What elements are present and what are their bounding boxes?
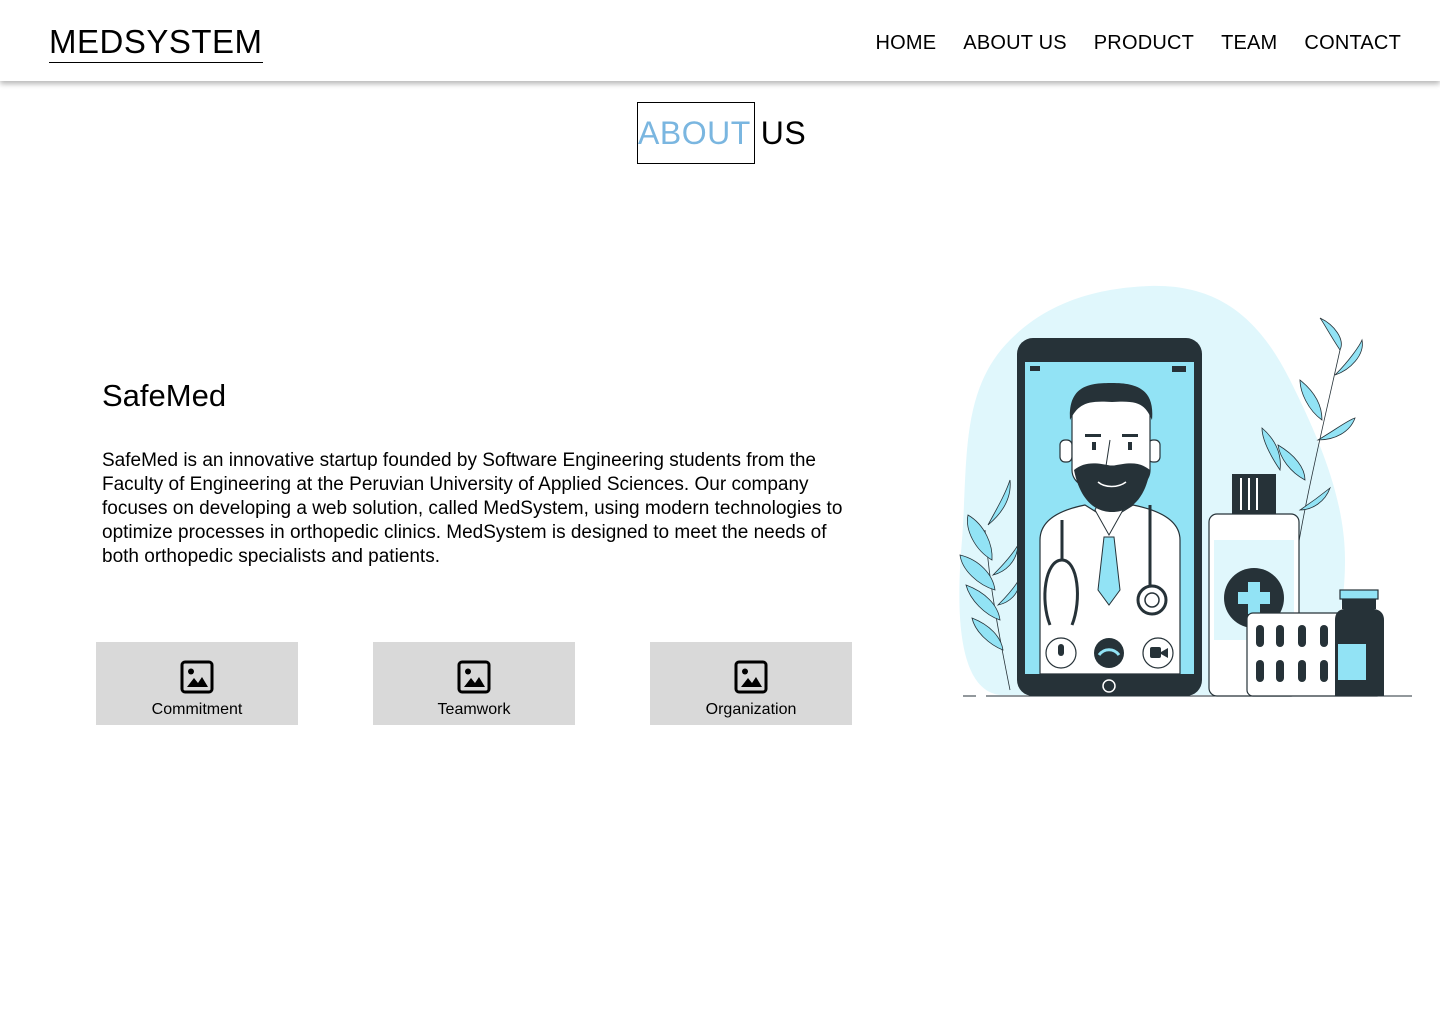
doctor-telemedicine-illustration <box>959 285 1412 697</box>
image-icon <box>457 660 491 694</box>
site-header: MEDSYSTEM HOME ABOUT US PRODUCT TEAM CON… <box>0 0 1440 81</box>
section-title: ABOUT US <box>637 102 806 164</box>
site-logo[interactable]: MEDSYSTEM <box>49 22 263 63</box>
image-icon <box>734 660 768 694</box>
company-description: SafeMed is an innovative startup founded… <box>102 450 843 567</box>
value-card-commitment[interactable]: Commitment <box>96 642 298 725</box>
nav-about-us[interactable]: ABOUT US <box>963 30 1066 56</box>
value-card-teamwork[interactable]: Teamwork <box>373 642 575 725</box>
image-icon <box>180 660 214 694</box>
nav-team[interactable]: TEAM <box>1221 30 1277 56</box>
value-card-label: Organization <box>705 701 797 718</box>
nav-product[interactable]: PRODUCT <box>1094 30 1194 56</box>
company-name: SafeMed <box>102 378 227 413</box>
nav-home[interactable]: HOME <box>875 30 936 56</box>
nav-contact[interactable]: CONTACT <box>1304 30 1401 56</box>
value-card-organization[interactable]: Organization <box>650 642 852 725</box>
value-card-label: Teamwork <box>437 701 511 718</box>
section-title-highlight: ABOUT <box>637 102 755 164</box>
main-nav: HOME ABOUT US PRODUCT TEAM CONTACT <box>848 30 1401 56</box>
section-title-rest: US <box>760 114 807 151</box>
value-card-label: Commitment <box>151 701 243 718</box>
